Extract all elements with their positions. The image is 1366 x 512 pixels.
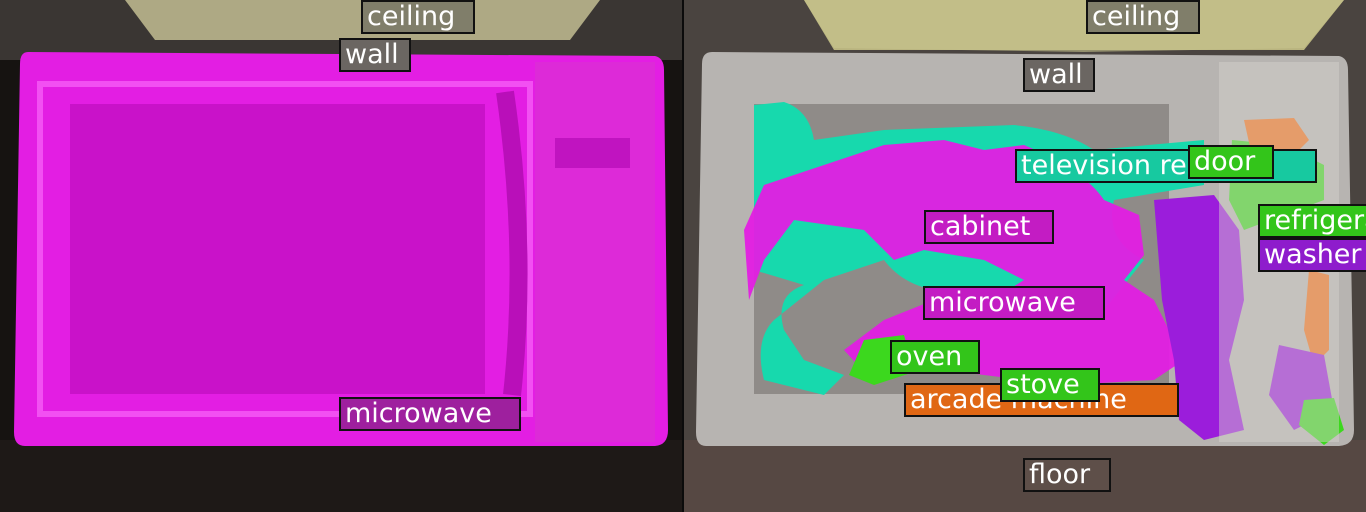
label-wall: wall	[1023, 58, 1095, 92]
label-stove: stove	[1000, 368, 1100, 402]
left-scene	[0, 0, 682, 512]
label-cabinet: cabinet	[924, 210, 1054, 244]
label-ceiling: ceiling	[361, 0, 475, 34]
control-display	[555, 138, 630, 168]
label-microwave: microwave	[923, 286, 1105, 320]
microwave-window	[70, 104, 485, 394]
label-oven: oven	[890, 340, 980, 374]
right-segmentation-panel: ceiling wall television receiver door ca…	[684, 0, 1366, 512]
label-refrigerator: refrigerator	[1258, 204, 1366, 238]
label-washer: washer	[1258, 238, 1366, 272]
control-panel	[535, 62, 655, 442]
ceiling-underside-mask	[804, 0, 1344, 52]
floor-region	[0, 440, 682, 512]
label-door: door	[1188, 145, 1274, 179]
label-ceiling: ceiling	[1086, 0, 1200, 34]
label-microwave: microwave	[339, 397, 521, 431]
label-floor: floor	[1023, 458, 1111, 492]
label-wall: wall	[339, 38, 411, 72]
left-segmentation-panel: ceiling wall microwave	[0, 0, 682, 512]
